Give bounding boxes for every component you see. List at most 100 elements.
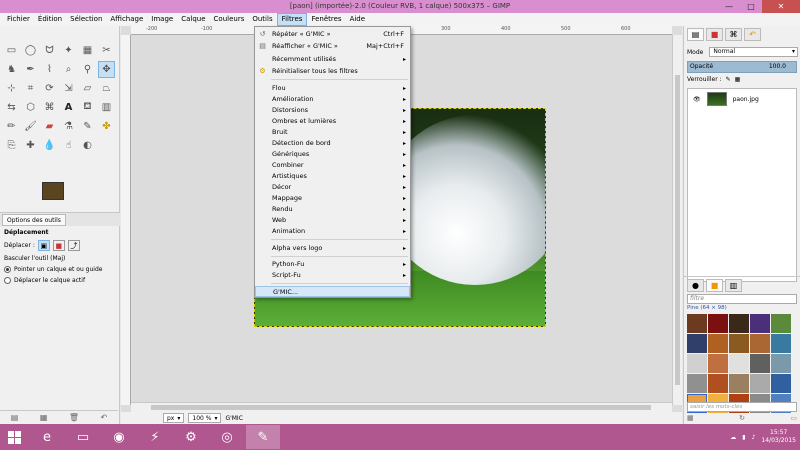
layers-tab-icon[interactable]: ▤	[687, 28, 704, 41]
eraser-icon[interactable]: ▰	[41, 118, 58, 135]
fg-bg-colors[interactable]	[40, 182, 72, 210]
heal-icon[interactable]: ✚	[22, 137, 39, 154]
clone-icon[interactable]: ⎘	[3, 137, 20, 154]
pattern-swatch[interactable]	[771, 374, 791, 393]
color-picker-icon[interactable]: ⌇	[41, 61, 58, 78]
pattern-swatch[interactable]	[729, 354, 749, 373]
delete-options-icon[interactable]: 🗑	[69, 413, 79, 422]
pattern-swatch[interactable]	[771, 334, 791, 353]
blend-icon[interactable]: ▥	[98, 99, 115, 116]
menu-filtres[interactable]: Filtres	[276, 13, 308, 26]
pattern-swatch[interactable]	[771, 354, 791, 373]
menu-item-repeat[interactable]: ↺ Répéter « G'MIC » Ctrl+F	[255, 29, 410, 40]
blur-icon[interactable]: 💧	[41, 137, 58, 154]
firefox-icon[interactable]: ◉	[102, 425, 136, 449]
pattern-filter-input[interactable]: filtre	[687, 294, 797, 304]
unit-select[interactable]: px ▾	[163, 413, 185, 423]
pattern-swatch[interactable]	[708, 354, 728, 373]
reset-options-icon[interactable]: ↶	[101, 413, 108, 422]
mode-select[interactable]: Normal	[709, 47, 798, 57]
channels-tab-icon[interactable]: ■	[706, 28, 723, 41]
menu-affichage[interactable]: Affichage	[106, 13, 147, 26]
ink-icon[interactable]: ✎	[79, 118, 96, 135]
undo-tab-icon[interactable]: ↶	[744, 28, 761, 41]
measure-icon[interactable]: ⚲	[79, 61, 96, 78]
refresh-icon[interactable]: ↻	[739, 414, 745, 422]
menu-fichier[interactable]: Fichier	[3, 13, 34, 26]
layer-row[interactable]: 👁 paon.jpg	[688, 91, 796, 107]
menu-edition[interactable]: Édition	[34, 13, 66, 26]
text-icon[interactable]: A	[60, 99, 77, 116]
pattern-swatch[interactable]	[687, 334, 707, 353]
layers-list[interactable]: 👁 paon.jpg	[687, 88, 797, 282]
clock[interactable]: 15:57 14/03/2015	[761, 429, 796, 445]
menu-item-python-fu[interactable]: Python-Fu ▸	[255, 259, 410, 270]
paintbrush-icon[interactable]: 🖌	[22, 118, 39, 135]
tab-tool-options[interactable]: Options des outils	[2, 214, 66, 226]
open-folder-icon[interactable]: ▭	[790, 414, 797, 422]
menu-item-artistic[interactable]: Artistiques ▸	[255, 171, 410, 182]
menu-item-alpha-to-logo[interactable]: Alpha vers logo ▸	[255, 243, 410, 254]
volume-icon[interactable]: ♪	[752, 434, 756, 441]
file-explorer-icon[interactable]: ▭	[66, 425, 100, 449]
menu-item-combine[interactable]: Combiner ▸	[255, 160, 410, 171]
paths-tab-icon[interactable]: ⌘	[725, 28, 742, 41]
menu-item-enhance[interactable]: Amélioration ▸	[255, 94, 410, 105]
smudge-icon[interactable]: ☝	[60, 137, 77, 154]
pattern-swatch[interactable]	[687, 354, 707, 373]
pattern-swatch[interactable]	[750, 374, 770, 393]
mypaint-brush-icon[interactable]: ✤	[98, 118, 115, 135]
menu-item-edge-detect[interactable]: Détection de bord ▸	[255, 138, 410, 149]
menu-item-generic[interactable]: Génériques ▸	[255, 149, 410, 160]
option-move-active[interactable]: Déplacer le calque actif	[4, 277, 114, 284]
pattern-swatch[interactable]	[729, 374, 749, 393]
menu-item-script-fu[interactable]: Script-Fu ▸	[255, 270, 410, 281]
chrome-icon[interactable]: ◎	[210, 425, 244, 449]
menu-item-reshow[interactable]: ▤ Réafficher « G'MIC » Maj+Ctrl+F	[255, 41, 410, 52]
horizontal-scrollbar[interactable]	[131, 402, 672, 412]
menu-item-web[interactable]: Web ▸	[255, 215, 410, 226]
settings-tool-icon[interactable]: ⚙	[174, 425, 208, 449]
tag-input[interactable]: saisir les mots-clés	[687, 402, 797, 412]
radio-move-active[interactable]	[4, 277, 11, 284]
warp-icon[interactable]: ⌘	[41, 99, 58, 116]
menu-item-map[interactable]: Mappage ▸	[255, 193, 410, 204]
edit-pattern-icon[interactable]: ▦	[687, 414, 694, 422]
pattern-swatch[interactable]	[729, 314, 749, 333]
cage-icon[interactable]: ⬡	[22, 99, 39, 116]
menu-item-noise[interactable]: Bruit ▸	[255, 127, 410, 138]
menu-fenetres[interactable]: Fenêtres	[307, 13, 345, 26]
move-icon[interactable]: ✥	[98, 61, 115, 78]
crop-icon[interactable]: ⌗	[22, 80, 39, 97]
menu-item-light-shadow[interactable]: Ombres et lumières ▸	[255, 116, 410, 127]
ellipse-select-icon[interactable]: ◯	[22, 42, 39, 59]
gradients-tab-icon[interactable]: ▥	[725, 279, 742, 292]
save-options-icon[interactable]: ▤	[11, 413, 19, 422]
patterns-tab-icon[interactable]: ■	[706, 279, 723, 292]
pattern-swatch[interactable]	[708, 334, 728, 353]
menu-item-decor[interactable]: Décor ▸	[255, 182, 410, 193]
menu-outils[interactable]: Outils	[248, 13, 276, 26]
menu-item-gmic[interactable]: G'MIC...	[255, 286, 410, 297]
menu-item-reset-all[interactable]: ⚙ Réinitialiser tous les filtres	[255, 66, 410, 77]
minimize-button[interactable]: —	[718, 0, 740, 13]
free-select-icon[interactable]: ᗢ	[41, 42, 58, 59]
color-select-icon[interactable]: ▦	[79, 42, 96, 59]
foreground-color-swatch[interactable]	[42, 182, 64, 200]
radio-pick-layer[interactable]	[4, 266, 11, 273]
network-icon[interactable]: ▮	[742, 434, 745, 441]
pattern-swatch[interactable]	[771, 314, 791, 333]
maximize-button[interactable]: □	[740, 0, 762, 13]
menu-item-render[interactable]: Rendu ▸	[255, 204, 410, 215]
close-button[interactable]: ✕	[762, 0, 800, 13]
pattern-swatch[interactable]	[687, 374, 707, 393]
scissors-icon[interactable]: ✂	[98, 42, 115, 59]
vertical-ruler[interactable]	[121, 35, 131, 405]
pattern-swatch[interactable]	[729, 334, 749, 353]
menu-selection[interactable]: Sélection	[66, 13, 106, 26]
paths-icon[interactable]: ✒	[22, 61, 39, 78]
menu-image[interactable]: Image	[147, 13, 177, 26]
horizontal-scroll-thumb[interactable]	[151, 405, 651, 410]
menu-item-recent[interactable]: Récemment utilisés ▸	[255, 54, 410, 65]
airbrush-icon[interactable]: ⚗	[60, 118, 77, 135]
